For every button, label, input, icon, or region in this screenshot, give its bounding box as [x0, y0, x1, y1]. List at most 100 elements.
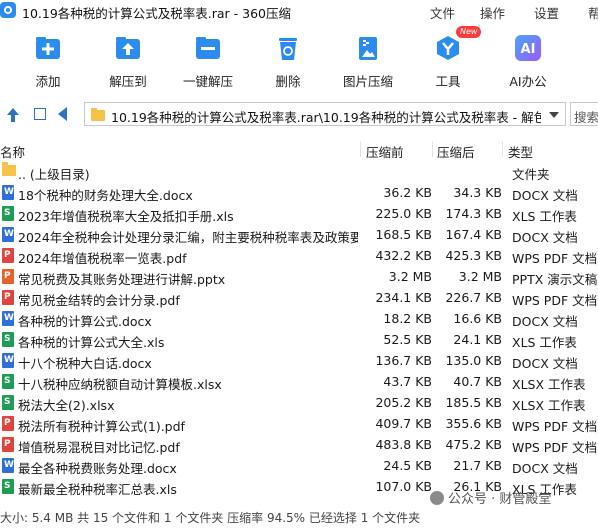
xls-file-icon: S — [2, 395, 14, 410]
view-toggle-icon[interactable] — [34, 108, 46, 120]
size-after: 167.4 KB — [445, 227, 502, 242]
file-name: 十八税种应纳税额自动计算模板.xlsx — [18, 377, 222, 392]
docx-file-icon: W — [2, 353, 14, 368]
file-name: .. (上级目录) — [18, 167, 90, 182]
file-type: DOCX 文档 — [512, 230, 578, 245]
tools-icon: New — [434, 26, 482, 62]
col-divider — [432, 141, 433, 157]
size-before: 234.1 KB — [375, 290, 432, 305]
docx-file-icon: W — [2, 185, 14, 200]
file-row[interactable]: S 2023年增值税税率大全及抵扣手册.xls 225.0 KB 174.3 KB XL… — [0, 203, 598, 224]
size-after: 21.7 KB — [453, 458, 502, 473]
file-name: 2023年增值税税率大全及抵扣手册.xls — [18, 209, 234, 224]
add-label: 添加 — [35, 74, 61, 89]
size-before: 36.2 KB — [383, 185, 432, 200]
file-type: WPS PDF 文档 — [512, 293, 598, 308]
menu-help[interactable]: 帮 — [588, 3, 598, 22]
trash-icon — [274, 34, 302, 62]
file-name: 各种税的计算公式大全.xls — [18, 335, 165, 350]
delete-label: 删除 — [275, 74, 301, 89]
col-type[interactable]: 类型 — [508, 142, 533, 161]
size-after: 425.3 KB — [445, 248, 502, 263]
file-row[interactable]: S 各种税的计算公式大全.xls 52.5 KB 24.1 KB XLS 工作表 — [0, 329, 598, 350]
menu-settings[interactable]: 设置 — [534, 3, 559, 22]
file-row[interactable]: P 2024年增值税税率一览表.pdf 432.2 KB 425.3 KB WPS PD… — [0, 245, 598, 266]
file-name: 最全各种税费账务处理.docx — [18, 461, 177, 476]
chevron-down-icon[interactable] — [549, 112, 559, 118]
file-type: XLS 工作表 — [512, 209, 577, 224]
file-row[interactable]: W 最全各种税费账务处理.docx 24.5 KB 21.7 KB DOCX 文档 — [0, 455, 598, 476]
status-bar: 大小: 5.4 MB 共 15 个文件和 1 个文件夹 压缩率 94.5% 已经… — [0, 505, 598, 528]
file-type: DOCX 文档 — [512, 356, 578, 371]
file-row[interactable]: P 常见税费及其账务处理进行讲解.pptx 3.2 MB 3.2 MB PPTX 演示文… — [0, 266, 598, 287]
file-name: 2024年全税种会计处理分录汇编，附主要税种税率表及政策要... — [18, 230, 358, 245]
file-row[interactable]: P 税法所有税种计算公式(1).pdf 409.7 KB 355.6 KB WPS PD… — [0, 413, 598, 434]
col-divider — [360, 141, 361, 157]
file-name: 常见税费及其账务处理进行讲解.pptx — [18, 272, 226, 287]
toolbar: 添加 解压到 一键解压 删除 图片压缩 New 工具 AI AI办公 — [0, 24, 598, 94]
one-click-extract-button[interactable]: 一键解压 — [168, 34, 248, 94]
size-before: 43.7 KB — [383, 374, 432, 389]
tools-button[interactable]: New 工具 — [408, 26, 488, 94]
file-type: PPTX 演示文稿 — [512, 272, 598, 287]
folder-icon — [2, 162, 16, 176]
size-before: 409.7 KB — [375, 416, 432, 431]
app-logo-icon — [0, 2, 16, 18]
file-name: 各种税的计算公式.docx — [18, 314, 152, 329]
size-after: 185.5 KB — [445, 395, 502, 410]
size-after: 355.6 KB — [445, 416, 502, 431]
file-name: 2024年增值税税率一览表.pdf — [18, 251, 187, 266]
file-name: 十八个税种大白话.docx — [18, 356, 152, 371]
menu-file[interactable]: 文件 — [430, 3, 455, 22]
size-before: 3.2 MB — [388, 269, 432, 284]
new-badge: New — [456, 26, 482, 38]
one-click-extract-icon — [194, 34, 222, 62]
docx-file-icon: W — [2, 458, 14, 473]
wechat-logo-icon — [430, 491, 444, 505]
pdf-file-icon: P — [2, 416, 14, 431]
size-after: 34.3 KB — [453, 185, 502, 200]
col-name[interactable]: 名称 — [0, 142, 25, 161]
window-title: 10.19各种税的计算公式及税率表.rar - 360压缩 — [22, 6, 292, 21]
file-name: 18个税种的财务处理大全.docx — [18, 188, 193, 203]
address-row: 10.19各种税的计算公式及税率表.rar\10.19各种税的计算公式及税率表 … — [0, 100, 598, 130]
delete-button[interactable]: 删除 — [248, 34, 328, 94]
add-archive-icon — [34, 34, 62, 62]
address-field[interactable]: 10.19各种税的计算公式及税率表.rar\10.19各种税的计算公式及税率表 … — [84, 102, 566, 126]
col-compressed[interactable]: 压缩前 — [366, 142, 404, 161]
file-type: DOCX 文档 — [512, 461, 578, 476]
file-name: 税法大全(2).xlsx — [18, 398, 115, 413]
pptx-file-icon: P — [2, 269, 14, 284]
file-row[interactable]: S 税法大全(2).xlsx 205.2 KB 185.5 KB XLSX 工作表 — [0, 392, 598, 413]
file-row[interactable]: P 增值税易混税目对比记忆.pdf 483.8 KB 475.2 KB WPS PDF … — [0, 434, 598, 455]
extract-to-button[interactable]: 解压到 — [88, 34, 168, 94]
title-bar: 10.19各种税的计算公式及税率表.rar - 360压缩 文件 操作 设置 帮 — [0, 0, 598, 22]
add-button[interactable]: 添加 — [8, 34, 88, 94]
size-after: 226.7 KB — [445, 290, 502, 305]
file-row[interactable]: W 18个税种的财务处理大全.docx 36.2 KB 34.3 KB DOCX 文档 — [0, 182, 598, 203]
file-row[interactable]: W 各种税的计算公式.docx 18.2 KB 16.6 KB DOCX 文档 — [0, 308, 598, 329]
parent-folder-row[interactable]: .. (上级目录) 文件夹 — [0, 161, 598, 182]
size-before: 432.2 KB — [375, 248, 432, 263]
file-row[interactable]: W 十八个税种大白话.docx 136.7 KB 135.0 KB DOCX 文档 — [0, 350, 598, 371]
menu-operate[interactable]: 操作 — [480, 3, 505, 22]
back-arrow-icon[interactable] — [58, 107, 67, 121]
ai-office-button[interactable]: AI AI办公 — [488, 34, 568, 94]
xls-file-icon: S — [2, 206, 14, 221]
file-row[interactable]: P 常见税金结转的会计分录.pdf 234.1 KB 226.7 KB WPS PDF … — [0, 287, 598, 308]
file-row[interactable]: S 十八税种应纳税额自动计算模板.xlsx 43.7 KB 40.7 KB XLSX 工… — [0, 371, 598, 392]
size-after: 16.6 KB — [453, 311, 502, 326]
file-row[interactable]: W 2024年全税种会计处理分录汇编，附主要税种税率表及政策要... 168.5 K… — [0, 224, 598, 245]
size-before: 168.5 KB — [375, 227, 432, 242]
up-arrow-icon[interactable] — [6, 107, 20, 123]
file-type: XLSX 工作表 — [512, 398, 586, 413]
file-type: 文件夹 — [512, 167, 550, 182]
col-original[interactable]: 压缩后 — [437, 142, 475, 161]
file-name: 常见税金结转的会计分录.pdf — [18, 293, 180, 308]
image-compress-button[interactable]: 图片压缩 — [328, 34, 408, 94]
file-type: WPS PDF 文档 — [512, 440, 598, 455]
size-after: 475.2 KB — [445, 437, 502, 452]
status-text: 大小: 5.4 MB 共 15 个文件和 1 个文件夹 压缩率 94.5% 已经… — [0, 511, 421, 525]
search-input[interactable]: 搜索 — [570, 102, 598, 126]
size-before: 52.5 KB — [383, 332, 432, 347]
